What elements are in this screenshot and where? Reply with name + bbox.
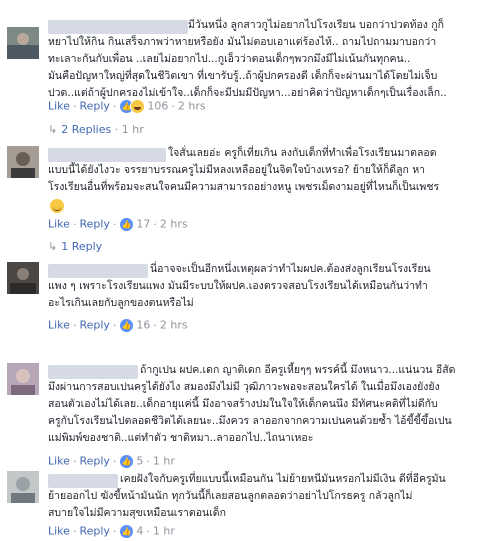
view-replies-link[interactable]: ↳ 2 Replies · 1 hr [48, 123, 144, 137]
comment-time[interactable]: 2 hrs [160, 218, 188, 231]
reply-button[interactable]: Reply [79, 218, 109, 231]
reaction-count[interactable]: 16 [136, 319, 150, 332]
reactions[interactable]: 👍 [119, 99, 146, 114]
avatar[interactable] [7, 146, 39, 178]
like-button[interactable]: Like [48, 218, 70, 231]
reactions[interactable]: 👍 [119, 217, 135, 232]
comment-text: ถ้ากูเปน ผปค.เดก ญาติเดก อีครูเหี้ยๆๆ พร… [48, 364, 456, 444]
reply-button[interactable]: Reply [79, 319, 109, 332]
comment-text: มีวันหนึ่ง ลูกสาวกูไม่อยากไปโรงเรียน บอก… [48, 19, 447, 99]
comment-text: เคยฝังใจกับครูเที่ยแบบนี้เหมือนกัน ไม่ย้… [48, 473, 446, 519]
reactions[interactable]: 👍 [119, 454, 135, 469]
view-replies-link[interactable]: ↳ 1 Reply [48, 240, 102, 254]
like-button[interactable]: Like [48, 100, 70, 113]
avatar-image [7, 27, 39, 59]
avatar[interactable] [7, 262, 39, 294]
comment-text: นี่อาจจะเป็นอีกหนึ่งเหตุผลว่าทำไมผปค.ต้อ… [48, 263, 431, 309]
haha-reaction-icon [130, 99, 146, 114]
comment-time[interactable]: 1 hr [153, 455, 175, 468]
avatar[interactable] [7, 363, 39, 395]
like-button[interactable]: Like [48, 455, 70, 468]
avatar-image [7, 363, 39, 395]
comment-actions: Like · Reply · 👍 4 · 1 hr [48, 524, 175, 539]
comment-actions: Like · Reply · 👍 17 · 2 hrs [48, 217, 188, 232]
comment-actions: Like · Reply · 👍 5 · 1 hr [48, 454, 175, 469]
reply-arrow-icon: ↳ [48, 240, 58, 253]
reaction-count[interactable]: 17 [136, 218, 150, 231]
comment-time[interactable]: 2 hrs [178, 100, 206, 113]
reactions[interactable]: 👍 [119, 524, 135, 539]
smile-emoji-icon [50, 199, 64, 213]
like-button[interactable]: Like [48, 525, 70, 538]
avatar-image [7, 146, 39, 178]
replies-time: 1 hr [121, 123, 144, 136]
reply-arrow-icon: ↳ [48, 123, 58, 136]
reaction-count[interactable]: 106 [147, 100, 168, 113]
reactions[interactable]: 👍 [119, 318, 135, 333]
avatar-image [7, 471, 39, 503]
like-reaction-icon: 👍 [119, 454, 135, 469]
comment-text: ใจสั่นเลยอ่ะ ครูก็เที่ยเกิน ลงกับเด็กที่… [48, 147, 440, 193]
replies-label[interactable]: 1 Reply [61, 240, 102, 253]
like-reaction-icon: 👍 [119, 217, 135, 232]
comment-actions: Like · Reply · 👍 16 · 2 hrs [48, 318, 188, 333]
like-reaction-icon: 👍 [119, 524, 135, 539]
reply-button[interactable]: Reply [79, 525, 109, 538]
avatar[interactable] [7, 27, 39, 59]
comment-time[interactable]: 1 hr [153, 525, 175, 538]
like-button[interactable]: Like [48, 319, 70, 332]
comment-actions: Like · Reply · 👍 106 · 2 hrs [48, 99, 206, 114]
comment-time[interactable]: 2 hrs [160, 319, 188, 332]
avatar-image [7, 262, 39, 294]
reply-button[interactable]: Reply [79, 100, 109, 113]
reply-button[interactable]: Reply [79, 455, 109, 468]
replies-label[interactable]: 2 Replies [61, 123, 111, 136]
like-reaction-icon: 👍 [119, 318, 135, 333]
avatar[interactable] [7, 471, 39, 503]
